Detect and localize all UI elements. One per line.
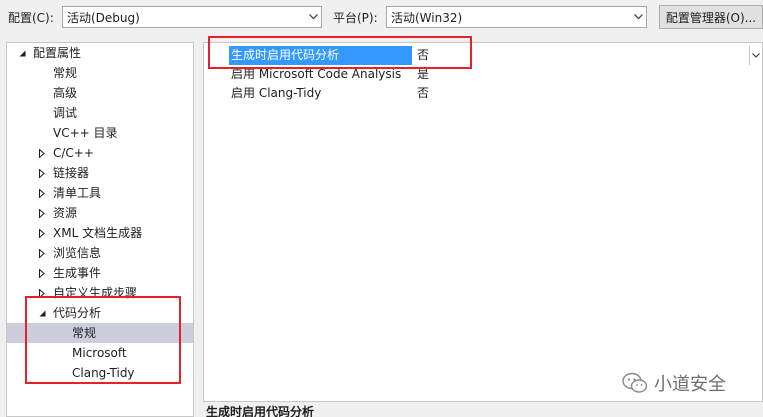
platform-label: 平台(P):	[333, 11, 378, 25]
expanded-triangle-icon[interactable]	[17, 43, 27, 63]
configuration-manager-button[interactable]: 配置管理器(O)...	[659, 5, 763, 29]
annotation-box-property	[208, 36, 472, 69]
collapsed-triangle-icon[interactable]	[37, 143, 47, 163]
tree-item-label: 资源	[53, 206, 78, 220]
chevron-down-icon[interactable]	[305, 7, 321, 27]
chevron-down-icon[interactable]	[630, 7, 646, 27]
watermark: 小道安全	[622, 370, 726, 396]
tree-item-manifest-tool[interactable]: 清单工具	[7, 183, 193, 203]
tree-item-label: 清单工具	[53, 186, 102, 200]
platform-value: 活动(Win32)	[391, 10, 463, 25]
tree-item-label: VC++ 目录	[53, 126, 118, 140]
watermark-text: 小道安全	[654, 374, 726, 395]
tree-item-general[interactable]: 常规	[7, 63, 193, 83]
configuration-value: 活动(Debug)	[67, 10, 140, 25]
tree-item-label: 配置属性	[33, 46, 82, 60]
configuration-select[interactable]: 活动(Debug)	[62, 6, 322, 28]
annotation-box-tree	[25, 296, 181, 384]
wechat-icon	[622, 372, 648, 394]
tree-item-vc-directories[interactable]: VC++ 目录	[7, 123, 193, 143]
property-description-title: 生成时启用代码分析	[206, 405, 315, 417]
chevron-down-icon[interactable]	[749, 46, 762, 65]
tree-item-label: 生成事件	[53, 266, 102, 280]
tree-item-browse-info[interactable]: 浏览信息	[7, 243, 193, 263]
tree-item-label: 浏览信息	[53, 246, 102, 260]
tree-item-build-events[interactable]: 生成事件	[7, 263, 193, 283]
property-grid[interactable]: 生成时启用代码分析 否 启用 Microsoft Code Analysis 是…	[203, 42, 763, 402]
tree-item-c-cpp[interactable]: C/C++	[7, 143, 193, 163]
tree-item-label: 调试	[53, 106, 78, 120]
tree-item-label: 高级	[53, 86, 78, 100]
property-value[interactable]: 否	[415, 84, 762, 103]
tree-item-resources[interactable]: 资源	[7, 203, 193, 223]
property-name: 启用 Clang-Tidy	[231, 86, 322, 100]
tree-item-label: XML 文档生成器	[53, 226, 143, 240]
collapsed-triangle-icon[interactable]	[37, 163, 47, 183]
platform-select[interactable]: 活动(Win32)	[386, 6, 647, 28]
collapsed-triangle-icon[interactable]	[37, 183, 47, 203]
tree-item-root[interactable]: 配置属性	[7, 43, 193, 63]
tree-item-linker[interactable]: 链接器	[7, 163, 193, 183]
tree-item-advanced[interactable]: 高级	[7, 83, 193, 103]
tree-item-xml-doc-generator[interactable]: XML 文档生成器	[7, 223, 193, 243]
tree-item-debugging[interactable]: 调试	[7, 103, 193, 123]
property-row-enable-clang-tidy[interactable]: 启用 Clang-Tidy 否	[204, 84, 762, 103]
tree-item-label: 链接器	[53, 166, 90, 180]
tree-item-label: 常规	[53, 66, 78, 80]
collapsed-triangle-icon[interactable]	[37, 223, 47, 243]
tree-item-label: C/C++	[53, 146, 94, 160]
collapsed-triangle-icon[interactable]	[37, 263, 47, 283]
configuration-label: 配置(C):	[8, 11, 54, 25]
collapsed-triangle-icon[interactable]	[37, 203, 47, 223]
collapsed-triangle-icon[interactable]	[37, 243, 47, 263]
